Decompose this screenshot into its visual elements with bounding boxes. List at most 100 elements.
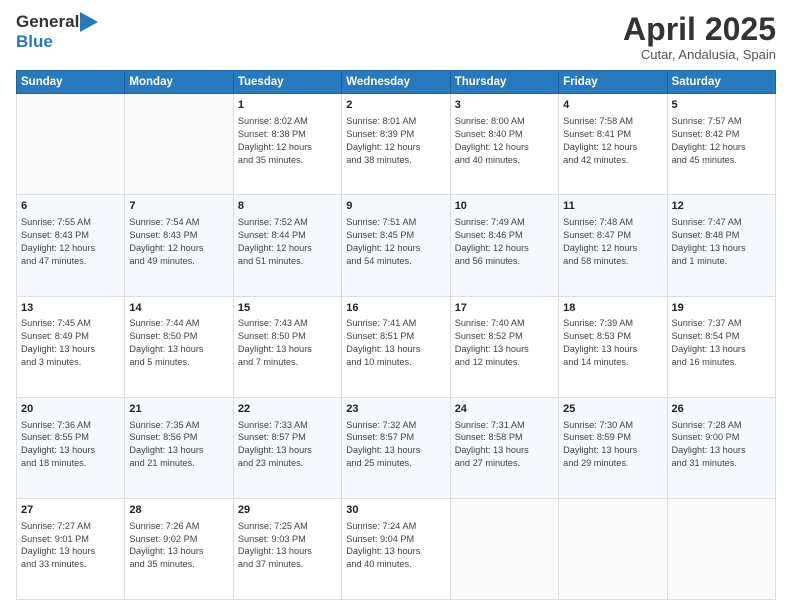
calendar-day-cell: 27 Sunrise: 7:27 AM Sunset: 9:01 PM Dayli… <box>17 498 125 599</box>
calendar-week-row: 6 Sunrise: 7:55 AM Sunset: 8:43 PM Daylig… <box>17 195 776 296</box>
logo-icon <box>80 12 98 32</box>
day-detail: Sunrise: 7:37 AM Sunset: 8:54 PM Dayligh… <box>672 317 771 369</box>
calendar-day-cell: 9 Sunrise: 7:51 AM Sunset: 8:45 PM Daylig… <box>342 195 450 296</box>
calendar-day-cell: 20Sunrise: 7:36 AM Sunset: 8:55 PM Dayli… <box>17 397 125 498</box>
day-detail: Sunrise: 7:28 AM Sunset: 9:00 PM Dayligh… <box>672 419 771 471</box>
day-detail: Sunrise: 8:01 AM Sunset: 8:39 PM Dayligh… <box>346 115 445 167</box>
day-detail: Sunrise: 7:39 AM Sunset: 8:53 PM Dayligh… <box>563 317 662 369</box>
calendar-day-cell: 12 Sunrise: 7:47 AM Sunset: 8:48 PM Dayli… <box>667 195 775 296</box>
calendar-day-cell: 19Sunrise: 7:37 AM Sunset: 8:54 PM Dayli… <box>667 296 775 397</box>
day-number: 27 <box>21 503 120 518</box>
day-number: 15 <box>238 301 337 316</box>
calendar-day-header: Sunday <box>17 71 125 94</box>
day-detail: Sunrise: 8:02 AM Sunset: 8:38 PM Dayligh… <box>238 115 337 167</box>
calendar-day-cell: 2Sunrise: 8:01 AM Sunset: 8:39 PM Daylig… <box>342 94 450 195</box>
header-right: April 2025 Cutar, Andalusia, Spain <box>623 12 776 62</box>
day-detail: Sunrise: 7:44 AM Sunset: 8:50 PM Dayligh… <box>129 317 228 369</box>
day-detail: Sunrise: 7:55 AM Sunset: 8:43 PM Dayligh… <box>21 216 120 268</box>
day-detail: Sunrise: 7:48 AM Sunset: 8:47 PM Dayligh… <box>563 216 662 268</box>
day-detail: Sunrise: 7:26 AM Sunset: 9:02 PM Dayligh… <box>129 520 228 572</box>
day-number: 22 <box>238 402 337 417</box>
day-number: 28 <box>129 503 228 518</box>
page: General Blue April 2025 Cutar, Andalusia… <box>0 0 792 612</box>
calendar-day-cell: 3 Sunrise: 8:00 AM Sunset: 8:40 PM Daylig… <box>450 94 558 195</box>
day-number: 4 <box>563 98 662 113</box>
calendar-day-header: Thursday <box>450 71 558 94</box>
calendar-day-cell <box>17 94 125 195</box>
day-detail: Sunrise: 7:52 AM Sunset: 8:44 PM Dayligh… <box>238 216 337 268</box>
calendar-day-header: Saturday <box>667 71 775 94</box>
calendar-week-row: 27 Sunrise: 7:27 AM Sunset: 9:01 PM Dayli… <box>17 498 776 599</box>
day-number: 30 <box>346 503 445 518</box>
day-detail: Sunrise: 7:47 AM Sunset: 8:48 PM Dayligh… <box>672 216 771 268</box>
day-detail: Sunrise: 7:32 AM Sunset: 8:57 PM Dayligh… <box>346 419 445 471</box>
day-number: 23 <box>346 402 445 417</box>
day-detail: Sunrise: 7:45 AM Sunset: 8:49 PM Dayligh… <box>21 317 120 369</box>
day-detail: Sunrise: 7:31 AM Sunset: 8:58 PM Dayligh… <box>455 419 554 471</box>
day-number: 25 <box>563 402 662 417</box>
day-detail: Sunrise: 7:51 AM Sunset: 8:45 PM Dayligh… <box>346 216 445 268</box>
day-number: 3 <box>455 98 554 113</box>
day-detail: Sunrise: 7:40 AM Sunset: 8:52 PM Dayligh… <box>455 317 554 369</box>
day-detail: Sunrise: 7:33 AM Sunset: 8:57 PM Dayligh… <box>238 419 337 471</box>
day-number: 9 <box>346 199 445 214</box>
calendar-day-cell: 15Sunrise: 7:43 AM Sunset: 8:50 PM Dayli… <box>233 296 341 397</box>
day-detail: Sunrise: 7:36 AM Sunset: 8:55 PM Dayligh… <box>21 419 120 471</box>
calendar-day-cell: 4 Sunrise: 7:58 AM Sunset: 8:41 PM Daylig… <box>559 94 667 195</box>
calendar-day-cell: 11Sunrise: 7:48 AM Sunset: 8:47 PM Dayli… <box>559 195 667 296</box>
page-title: April 2025 <box>623 12 776 47</box>
day-number: 29 <box>238 503 337 518</box>
day-detail: Sunrise: 7:30 AM Sunset: 8:59 PM Dayligh… <box>563 419 662 471</box>
calendar-day-cell: 29 Sunrise: 7:25 AM Sunset: 9:03 PM Dayli… <box>233 498 341 599</box>
calendar-day-cell: 18Sunrise: 7:39 AM Sunset: 8:53 PM Dayli… <box>559 296 667 397</box>
calendar-day-cell: 22 Sunrise: 7:33 AM Sunset: 8:57 PM Dayli… <box>233 397 341 498</box>
calendar-day-cell: 14Sunrise: 7:44 AM Sunset: 8:50 PM Dayli… <box>125 296 233 397</box>
calendar-day-cell: 8Sunrise: 7:52 AM Sunset: 8:44 PM Daylig… <box>233 195 341 296</box>
day-number: 21 <box>129 402 228 417</box>
day-number: 6 <box>21 199 120 214</box>
day-number: 7 <box>129 199 228 214</box>
day-detail: Sunrise: 8:00 AM Sunset: 8:40 PM Dayligh… <box>455 115 554 167</box>
calendar-day-cell: 10Sunrise: 7:49 AM Sunset: 8:46 PM Dayli… <box>450 195 558 296</box>
calendar-week-row: 20Sunrise: 7:36 AM Sunset: 8:55 PM Dayli… <box>17 397 776 498</box>
calendar-day-header: Tuesday <box>233 71 341 94</box>
calendar-day-header: Monday <box>125 71 233 94</box>
calendar-day-cell: 6 Sunrise: 7:55 AM Sunset: 8:43 PM Daylig… <box>17 195 125 296</box>
calendar-day-cell: 1Sunrise: 8:02 AM Sunset: 8:38 PM Daylig… <box>233 94 341 195</box>
calendar-day-cell <box>559 498 667 599</box>
day-detail: Sunrise: 7:35 AM Sunset: 8:56 PM Dayligh… <box>129 419 228 471</box>
calendar-week-row: 13Sunrise: 7:45 AM Sunset: 8:49 PM Dayli… <box>17 296 776 397</box>
calendar-day-cell <box>125 94 233 195</box>
day-number: 10 <box>455 199 554 214</box>
day-detail: Sunrise: 7:27 AM Sunset: 9:01 PM Dayligh… <box>21 520 120 572</box>
page-subtitle: Cutar, Andalusia, Spain <box>623 47 776 62</box>
calendar-day-cell: 24 Sunrise: 7:31 AM Sunset: 8:58 PM Dayli… <box>450 397 558 498</box>
calendar-day-cell: 28 Sunrise: 7:26 AM Sunset: 9:02 PM Dayli… <box>125 498 233 599</box>
day-number: 24 <box>455 402 554 417</box>
day-number: 5 <box>672 98 771 113</box>
day-detail: Sunrise: 7:43 AM Sunset: 8:50 PM Dayligh… <box>238 317 337 369</box>
day-number: 19 <box>672 301 771 316</box>
calendar-day-cell <box>450 498 558 599</box>
day-detail: Sunrise: 7:58 AM Sunset: 8:41 PM Dayligh… <box>563 115 662 167</box>
day-number: 13 <box>21 301 120 316</box>
logo-blue-text: Blue <box>16 32 53 51</box>
day-detail: Sunrise: 7:57 AM Sunset: 8:42 PM Dayligh… <box>672 115 771 167</box>
calendar-day-cell: 21 Sunrise: 7:35 AM Sunset: 8:56 PM Dayli… <box>125 397 233 498</box>
day-number: 17 <box>455 301 554 316</box>
calendar-day-cell: 5 Sunrise: 7:57 AM Sunset: 8:42 PM Daylig… <box>667 94 775 195</box>
calendar-day-cell: 17Sunrise: 7:40 AM Sunset: 8:52 PM Dayli… <box>450 296 558 397</box>
calendar-day-header: Wednesday <box>342 71 450 94</box>
calendar-day-cell: 25 Sunrise: 7:30 AM Sunset: 8:59 PM Dayli… <box>559 397 667 498</box>
calendar-day-cell: 26Sunrise: 7:28 AM Sunset: 9:00 PM Dayli… <box>667 397 775 498</box>
day-number: 12 <box>672 199 771 214</box>
day-number: 14 <box>129 301 228 316</box>
calendar-day-cell: 23 Sunrise: 7:32 AM Sunset: 8:57 PM Dayli… <box>342 397 450 498</box>
calendar-day-cell <box>667 498 775 599</box>
header: General Blue April 2025 Cutar, Andalusia… <box>16 12 776 62</box>
calendar-table: SundayMondayTuesdayWednesdayThursdayFrid… <box>16 70 776 600</box>
calendar-week-row: 1Sunrise: 8:02 AM Sunset: 8:38 PM Daylig… <box>17 94 776 195</box>
day-detail: Sunrise: 7:25 AM Sunset: 9:03 PM Dayligh… <box>238 520 337 572</box>
day-number: 16 <box>346 301 445 316</box>
logo-general-text: General <box>16 12 79 32</box>
